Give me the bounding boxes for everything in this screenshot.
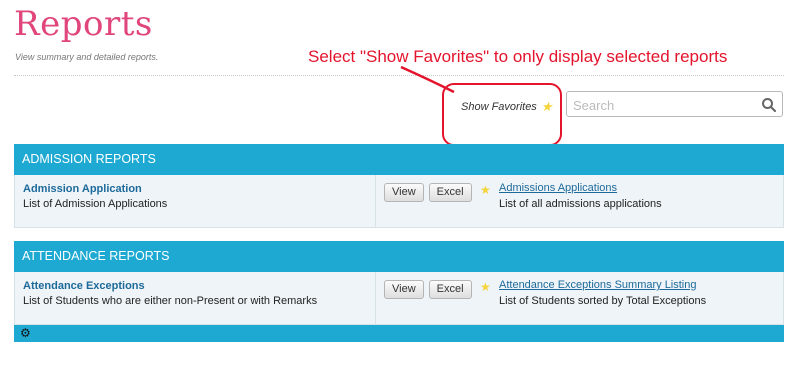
page-subtitle: View summary and detailed reports. [15,52,159,62]
table-row: Attendance Exceptions List of Students w… [14,272,784,325]
section-header: ATTENDANCE REPORTS [14,241,784,272]
table-row: Admission Application List of Admission … [14,175,784,228]
show-favorites-label: Show Favorites [461,100,537,113]
section-footer: ⚙ [14,325,784,342]
excel-button[interactable]: Excel [428,183,472,202]
report-actions: View Excel ★ Admissions Applications List… [376,175,783,227]
star-icon: ★ [540,99,553,114]
show-favorites-toggle[interactable]: Show Favorites ★ [461,100,552,113]
search-icon[interactable] [761,97,777,113]
favorite-description: List of all admissions applications [499,198,662,210]
section-attendance: ATTENDANCE REPORTS Attendance Exceptions… [14,241,784,342]
report-name[interactable]: Admission Application [23,183,375,195]
section-header: ADMISSION REPORTS [14,144,784,175]
view-button[interactable]: View [384,183,424,202]
report-name[interactable]: Attendance Exceptions [23,280,375,292]
section-admission: ADMISSION REPORTS Admission Application … [14,144,784,228]
report-actions: View Excel ★ Attendance Exceptions Summar… [376,272,783,324]
search-box [566,91,783,117]
favorite-description: List of Students sorted by Total Excepti… [499,295,707,307]
favorite-link[interactable]: Attendance Exceptions Summary Listing [499,279,697,291]
excel-button[interactable]: Excel [428,280,472,299]
search-input[interactable] [571,93,755,117]
annotation-text: Select "Show Favorites" to only display … [308,47,728,66]
star-icon[interactable]: ★ [480,184,491,196]
header-divider [14,75,784,76]
gear-icon[interactable]: ⚙ [20,326,31,340]
report-description: List of Students who are either non-Pres… [23,295,318,307]
report-info: Admission Application List of Admission … [15,175,376,227]
view-button[interactable]: View [384,280,424,299]
favorite-link[interactable]: Admissions Applications [499,182,617,194]
star-icon[interactable]: ★ [480,281,491,293]
report-info: Attendance Exceptions List of Students w… [15,272,376,324]
annotation-callout-box [442,83,562,146]
page-title: Reports [14,4,153,44]
report-description: List of Admission Applications [23,198,168,210]
